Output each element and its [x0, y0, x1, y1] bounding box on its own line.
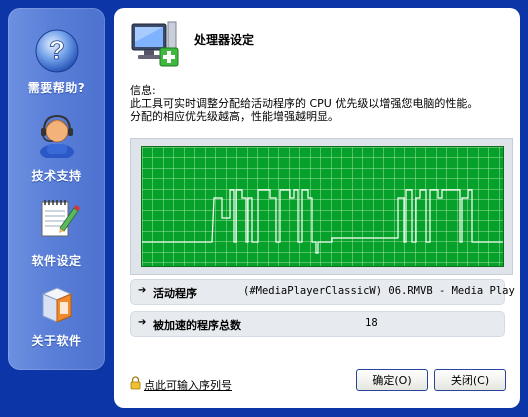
main-panel: 处理器设定 信息: 此工具可实时调整分配给活动程序的 CPU 优先级以增强您电脑…: [114, 8, 520, 408]
cpu-graph-frame: [130, 138, 513, 275]
lock-icon: [130, 376, 141, 390]
ok-button[interactable]: 确定(O): [356, 369, 428, 391]
arrow-right-icon: ➔: [138, 285, 147, 296]
sidebar: ? 需要帮助? 技术支持 软件设定 关于软件: [8, 8, 105, 370]
info-heading: 信息:: [130, 84, 156, 97]
active-program-value: (#MediaPlayerClassicW) 06.RMVB - Media P…: [243, 285, 515, 297]
boosted-count-value: 18: [365, 317, 378, 329]
cpu-priority-graph: [141, 146, 504, 267]
arrow-right-icon: ➔: [138, 317, 147, 328]
sidebar-item-label: 需要帮助?: [27, 81, 86, 95]
close-button[interactable]: 关闭(C): [434, 369, 506, 391]
boosted-count-label: 被加速的程序总数: [153, 319, 241, 332]
settings-notepad-icon: [41, 200, 80, 237]
cpu-graph-canvas: [142, 147, 503, 266]
serial-link-text[interactable]: 点此可输入序列号: [144, 377, 232, 393]
info-line-1: 此工具可实时调整分配给活动程序的 CPU 优先级以增强您电脑的性能。: [130, 97, 479, 110]
sidebar-item-label: 软件设定: [31, 254, 82, 268]
boosted-count-row: ➔ 被加速的程序总数 18: [130, 311, 505, 337]
info-line-2: 分配的相应优先级越高，性能增强越明显。: [130, 110, 339, 123]
sidebar-item-label: 关于软件: [31, 334, 82, 348]
help-icon: ?: [35, 29, 79, 73]
active-program-label: 活动程序: [153, 287, 197, 300]
active-program-row: ➔ 活动程序 (#MediaPlayerClassicW) 06.RMVB - …: [130, 279, 515, 305]
page-title: 处理器设定: [194, 33, 255, 47]
svg-text:?: ?: [49, 35, 65, 65]
sidebar-item-label: 技术支持: [31, 169, 82, 183]
about-box-icon: [41, 287, 73, 323]
computer-add-icon: [131, 21, 179, 67]
support-agent-icon: [40, 114, 74, 158]
info-text: 信息: 此工具可实时调整分配给活动程序的 CPU 优先级以增强您电脑的性能。 分…: [130, 84, 515, 123]
